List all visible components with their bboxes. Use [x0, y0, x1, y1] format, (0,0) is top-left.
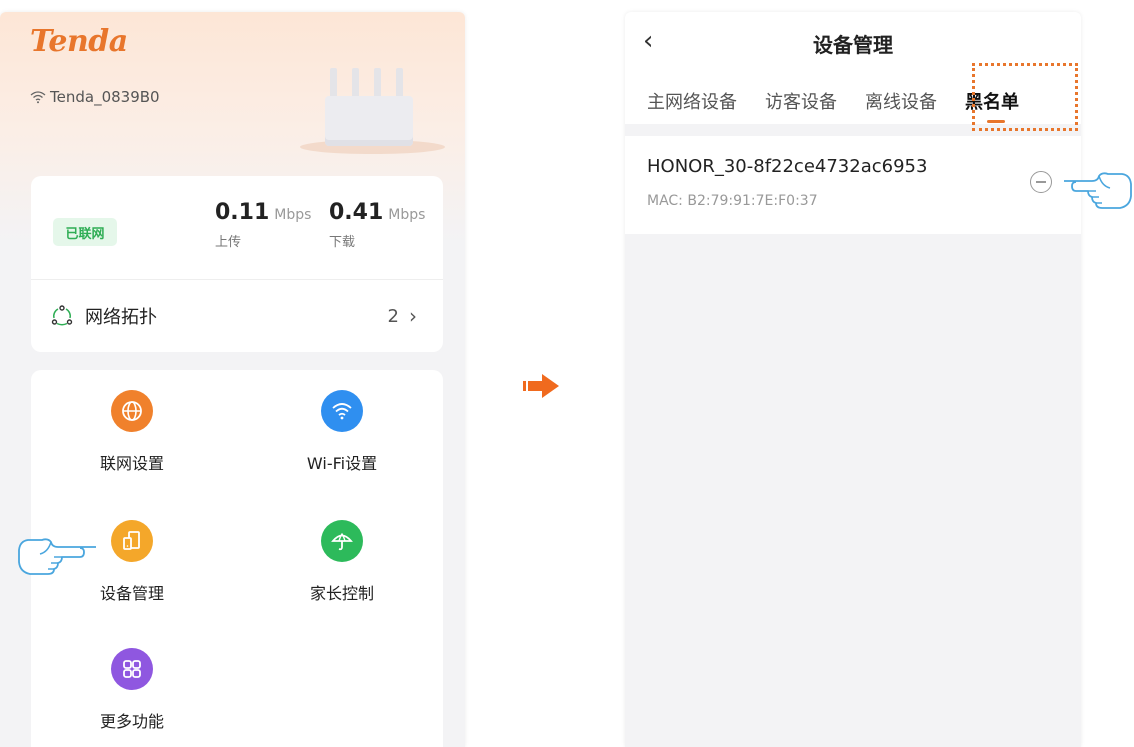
tile-label: 家长控制: [309, 584, 374, 603]
tile-label: Wi-Fi设置: [306, 454, 378, 473]
device-name: HONOR_30-8f22ce4732ac6953: [647, 156, 928, 177]
grid-icon: [111, 648, 153, 690]
remove-icon[interactable]: [1030, 171, 1052, 193]
tile-parental-control[interactable]: 家长控制: [267, 520, 417, 604]
page-title: 设备管理: [813, 33, 893, 57]
ssid-text: Tenda_0839B0: [50, 88, 160, 106]
wifi-small-icon: [30, 91, 46, 104]
topology-count: 2: [387, 305, 399, 327]
brand-logo: Tenda: [30, 24, 128, 59]
tile-wifi-settings[interactable]: Wi-Fi设置: [267, 390, 417, 474]
divider: [31, 279, 443, 280]
arrow-right-icon: [523, 374, 559, 398]
tile-more-functions[interactable]: 更多功能: [57, 648, 207, 732]
upload-label: 上传: [215, 235, 242, 250]
tile-label: 联网设置: [99, 454, 164, 473]
chevron-right-icon: ›: [409, 304, 417, 328]
ssid-row: Tenda_0839B0: [30, 88, 160, 106]
status-card: 已联网 0.11 Mbps 上传 0.41 Mbps 下载 网络拓扑 2 ›: [31, 176, 443, 352]
download-label: 下载: [329, 235, 356, 250]
download-speed: 0.41 Mbps 下载: [329, 200, 425, 250]
pointing-hand-icon: [1062, 166, 1132, 214]
tab-main-network[interactable]: 主网络设备: [647, 88, 737, 114]
upload-speed: 0.11 Mbps 上传: [215, 200, 311, 250]
device-mac: MAC: B2:79:91:7E:F0:37: [647, 193, 818, 209]
router-image: [300, 62, 450, 162]
upload-unit: Mbps: [274, 207, 312, 223]
blacklist-device-row: HONOR_30-8f22ce4732ac6953 MAC: B2:79:91:…: [625, 136, 1081, 234]
download-unit: Mbps: [388, 207, 426, 223]
topology-label: 网络拓扑: [85, 307, 157, 328]
topology-icon: [51, 305, 73, 326]
tile-label: 设备管理: [99, 584, 164, 603]
device-management-screen: ‹ 设备管理 主网络设备 访客设备 离线设备 黑名单 HONOR_30-8f22…: [625, 12, 1081, 747]
umbrella-icon: [321, 520, 363, 562]
home-screen: Tenda Tenda_0839B0 已联网 0.11 Mbps 上传 0.41 M…: [0, 12, 465, 747]
tab-offline[interactable]: 离线设备: [865, 88, 937, 114]
header: ‹ 设备管理 主网络设备 访客设备 离线设备 黑名单: [625, 12, 1081, 131]
tile-internet-settings[interactable]: 联网设置: [57, 390, 207, 474]
globe-icon: [111, 390, 153, 432]
network-topology-row[interactable]: 网络拓扑 2 ›: [51, 296, 417, 336]
upload-value: 0.11: [215, 200, 270, 225]
download-value: 0.41: [329, 200, 384, 225]
device-icon: [111, 520, 153, 562]
wifi-icon: [321, 390, 363, 432]
online-status-badge: 已联网: [53, 218, 117, 246]
tab-bar: 主网络设备 访客设备 离线设备 黑名单: [647, 88, 1019, 123]
tab-highlight-frame: [972, 63, 1078, 131]
pointing-hand-icon: [18, 532, 98, 580]
tile-label: 更多功能: [99, 712, 164, 731]
tab-guest[interactable]: 访客设备: [765, 88, 837, 114]
